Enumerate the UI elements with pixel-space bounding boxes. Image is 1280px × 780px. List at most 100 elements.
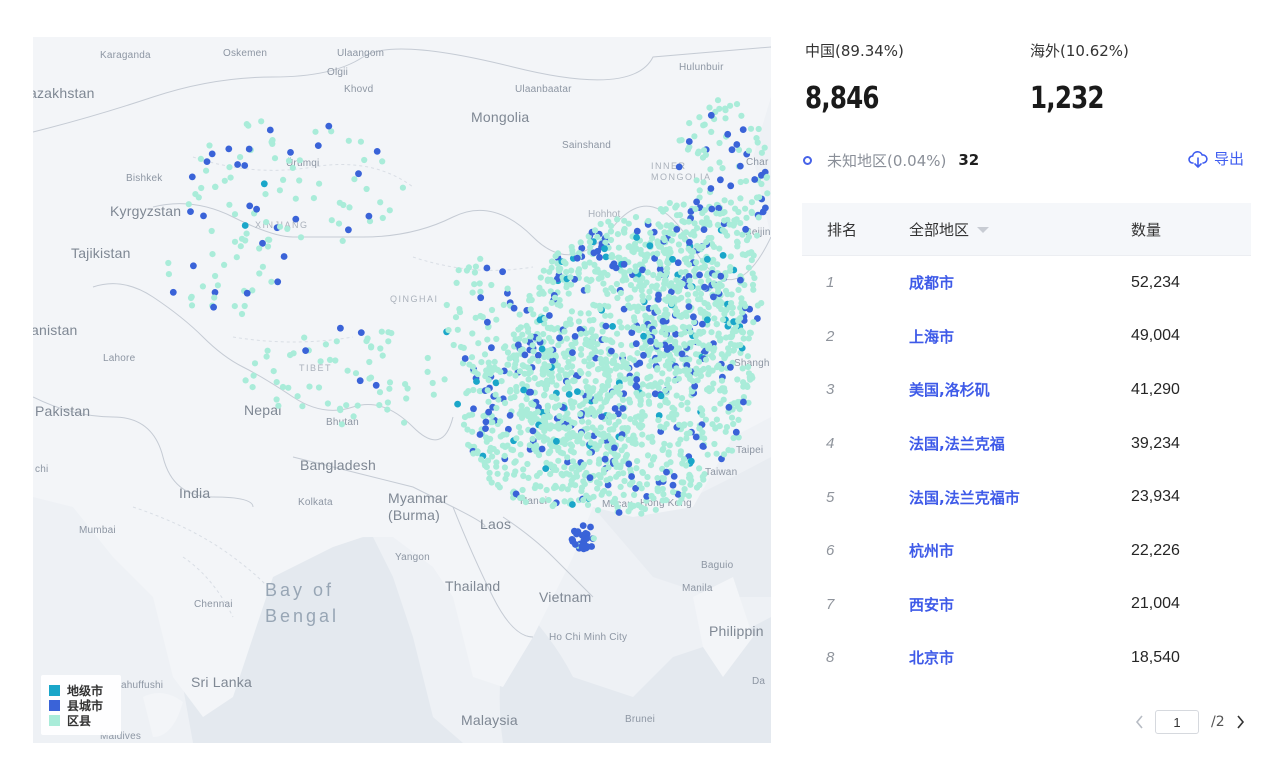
region-dot <box>555 372 562 380</box>
region-dot <box>322 341 329 348</box>
row-region-link[interactable]: 西安市 <box>909 594 1131 615</box>
region-dot <box>535 358 542 365</box>
prev-page-button[interactable] <box>1131 710 1149 734</box>
region-dot <box>541 392 548 399</box>
region-dot <box>499 268 506 276</box>
region-dot <box>696 187 703 194</box>
region-dot <box>745 370 753 377</box>
region-dot <box>569 458 577 465</box>
region-dot <box>720 396 727 403</box>
region-dot <box>386 207 393 214</box>
region-dot <box>627 501 634 508</box>
region-dot <box>630 432 637 439</box>
row-region-link[interactable]: 美国,洛杉矶 <box>909 379 1131 400</box>
table-row[interactable]: 4 法国,法兰克福 39,234 <box>802 417 1251 471</box>
region-dot <box>540 267 547 274</box>
row-region-link[interactable]: 法国,法兰克福市 <box>909 487 1131 508</box>
region-dot <box>636 481 643 488</box>
row-region-link[interactable]: 法国,法兰克福 <box>909 433 1131 454</box>
region-dot <box>493 316 500 323</box>
region-dot <box>732 428 740 436</box>
table-row[interactable]: 1 成都市 52,234 <box>802 256 1251 310</box>
region-dot <box>679 460 686 467</box>
region-dot <box>683 255 690 262</box>
region-dot <box>584 284 591 291</box>
region-dot <box>537 274 544 281</box>
region-dot <box>666 199 673 207</box>
region-dot <box>605 432 612 439</box>
region-dot <box>761 144 768 151</box>
table-row[interactable]: 3 美国,洛杉矶 41,290 <box>802 363 1251 417</box>
region-dot <box>688 477 695 484</box>
region-dot <box>608 338 615 345</box>
next-page-button[interactable] <box>1231 710 1249 734</box>
region-dot <box>553 466 560 474</box>
region-dot <box>544 324 551 331</box>
region-dot <box>749 281 757 288</box>
row-region-link[interactable]: 成都市 <box>909 272 1131 293</box>
table-row[interactable]: 7 西安市 21,004 <box>802 578 1251 632</box>
row-region-link[interactable]: 杭州市 <box>909 540 1131 561</box>
region-dot <box>644 269 651 276</box>
region-dot <box>540 413 548 421</box>
region-dot <box>596 254 603 261</box>
region-dot <box>764 190 771 197</box>
row-count: 23,934 <box>1131 488 1180 506</box>
region-dot <box>586 278 593 285</box>
region-dot <box>719 252 727 259</box>
region-dot <box>276 223 284 230</box>
table-row[interactable]: 8 北京市 18,540 <box>802 631 1251 685</box>
region-dot <box>527 388 534 396</box>
region-dot <box>363 338 370 345</box>
row-count: 39,234 <box>1131 434 1180 452</box>
region-dot <box>568 243 575 251</box>
region-dot <box>718 377 726 384</box>
region-dot <box>627 416 634 423</box>
region-dot <box>619 396 627 403</box>
region-dot <box>550 279 557 286</box>
region-dot <box>480 413 487 420</box>
region-dot <box>640 323 647 330</box>
table-row[interactable]: 5 法国,法兰克福市 23,934 <box>802 470 1251 524</box>
region-dot <box>626 481 634 488</box>
region-dot <box>253 205 260 213</box>
region-dot <box>581 263 589 270</box>
distribution-map[interactable]: azakhstan Kyrgyzstan Tajikistan Mongolia… <box>33 37 771 743</box>
region-dot <box>365 212 373 220</box>
region-dot <box>455 267 462 274</box>
row-region-link[interactable]: 上海市 <box>909 326 1131 347</box>
region-dot <box>461 414 469 421</box>
region-dot <box>666 246 673 253</box>
table-row[interactable]: 2 上海市 49,004 <box>802 310 1251 364</box>
caret-down-icon[interactable] <box>977 227 990 233</box>
region-dot <box>675 163 683 171</box>
region-dot <box>302 347 309 354</box>
table-row[interactable]: 6 杭州市 22,226 <box>802 524 1251 578</box>
region-dot <box>645 398 653 405</box>
region-dot <box>557 265 564 272</box>
region-dot <box>655 384 662 392</box>
region-dot <box>617 483 624 490</box>
region-dot <box>662 277 669 284</box>
region-dot <box>693 177 700 184</box>
region-dot <box>693 370 700 377</box>
page-number-input[interactable] <box>1155 710 1199 734</box>
region-dot <box>634 325 641 332</box>
region-dot <box>336 405 344 412</box>
region-dot <box>686 277 693 284</box>
region-dot <box>686 238 693 246</box>
row-region-link[interactable]: 北京市 <box>909 647 1131 668</box>
region-dot <box>518 407 525 414</box>
export-button[interactable]: 导出 <box>1188 148 1244 169</box>
column-header-region-filter[interactable]: 全部地区 <box>909 219 1131 240</box>
region-dot <box>603 398 610 405</box>
region-dot <box>579 463 586 470</box>
region-dot <box>748 199 756 206</box>
region-dot <box>617 383 624 390</box>
region-dot <box>465 264 472 271</box>
region-dot <box>268 138 276 145</box>
region-dot <box>561 464 568 471</box>
region-dot <box>270 368 277 375</box>
region-dot <box>592 378 599 385</box>
region-dot <box>545 496 552 504</box>
